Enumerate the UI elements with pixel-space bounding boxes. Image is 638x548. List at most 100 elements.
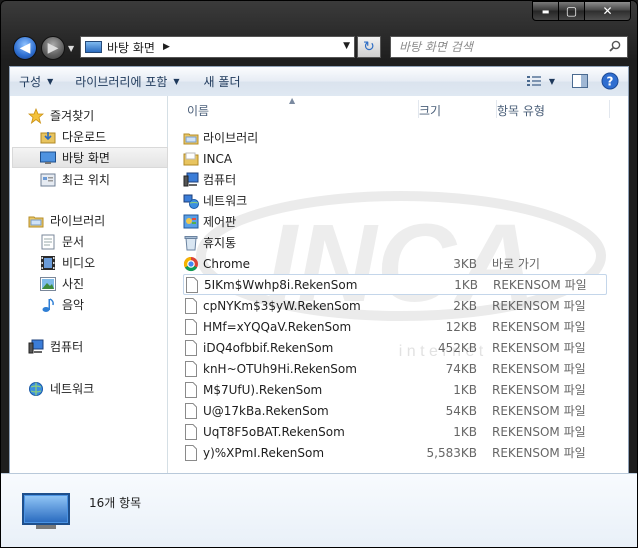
- help-button[interactable]: ?: [600, 71, 620, 91]
- library-folder-icon: [28, 213, 44, 229]
- network-icon: [28, 381, 44, 397]
- include-in-library-label: 라이브러리에 포함: [75, 75, 168, 89]
- explorer-window: ▬ ▢ ✕ ◀ ▶ ▼ 바탕 화면 ▶ ▼ ↻ 구성 ▼ 라이브러리에 포함 ▼: [0, 0, 638, 548]
- file-size: 1KB: [453, 424, 477, 439]
- address-bar[interactable]: 바탕 화면 ▶ ▼: [80, 36, 355, 58]
- file-name: U@17kBa.RekenSom: [203, 403, 329, 418]
- preview-pane-button[interactable]: [570, 71, 590, 91]
- search-box[interactable]: [390, 36, 628, 58]
- file-row[interactable]: y)%XPmI.RekenSom 5,583KB REKENSOM 파일: [183, 442, 607, 463]
- forward-button[interactable]: ▶: [41, 36, 65, 60]
- search-icon[interactable]: [609, 40, 621, 52]
- minimize-button[interactable]: ▬: [532, 1, 559, 21]
- nav-documents[interactable]: 문서: [40, 231, 84, 252]
- close-button[interactable]: ✕: [585, 1, 631, 21]
- file-size: 2KB: [453, 298, 477, 313]
- refresh-icon: ↻: [363, 39, 375, 55]
- chevron-down-icon: ▼: [173, 77, 180, 86]
- address-dropdown-icon[interactable]: ▼: [343, 41, 350, 51]
- nav-recent-places[interactable]: 최근 위치: [40, 169, 110, 190]
- recent-pages-dropdown[interactable]: ▼: [68, 44, 74, 53]
- music-icon: [40, 297, 56, 313]
- file-row[interactable]: iDQ4ofbbif.RekenSom 452KB REKENSOM 파일: [183, 337, 607, 358]
- nav-favorites[interactable]: 즐겨찾기: [28, 105, 94, 126]
- help-icon: ?: [601, 72, 619, 90]
- file-icon: [184, 276, 200, 293]
- file-icon: [183, 297, 199, 314]
- nav-computer-label: 컴퓨터: [50, 340, 84, 354]
- nav-favorites-label: 즐겨찾기: [50, 109, 95, 123]
- file-type: REKENSOM 파일: [492, 320, 586, 334]
- svg-text:?: ?: [607, 75, 614, 89]
- file-icon: [183, 423, 199, 440]
- include-in-library-menu[interactable]: 라이브러리에 포함 ▼: [66, 73, 188, 90]
- column-header-type[interactable]: 항목 유형: [497, 102, 545, 119]
- file-type: REKENSOM 파일: [492, 404, 586, 418]
- file-name: knH~OTUh9Hi.RekenSom: [203, 361, 357, 376]
- nav-network[interactable]: 네트워크: [28, 378, 94, 399]
- back-button[interactable]: ◀: [13, 36, 37, 60]
- file-row-selected[interactable]: 5IKm$Wwhp8i.RekenSom 1KB REKENSOM 파일: [183, 274, 607, 295]
- file-name: UqT8F5oBAT.RekenSom: [203, 424, 345, 439]
- column-header-size[interactable]: 크기: [419, 102, 441, 119]
- file-type: REKENSOM 파일: [492, 362, 586, 376]
- new-folder-button[interactable]: 새 폴더: [195, 73, 250, 90]
- file-row-recycle-bin[interactable]: 휴지통: [183, 232, 607, 253]
- file-row-inca[interactable]: INCA: [183, 148, 607, 169]
- recent-places-icon: [40, 172, 56, 188]
- change-view-button[interactable]: ▼: [522, 71, 560, 91]
- nav-desktop[interactable]: 바탕 화면: [12, 147, 168, 168]
- file-name: iDQ4ofbbif.RekenSom: [203, 340, 334, 355]
- desktop-icon: [40, 150, 56, 166]
- command-bar: 구성 ▼ 라이브러리에 포함 ▼ 새 폴더 ▼ ?: [9, 66, 629, 96]
- sort-ascending-icon: ▲: [289, 96, 296, 105]
- file-icon: [183, 318, 199, 335]
- file-type: REKENSOM 파일: [492, 341, 586, 355]
- desktop-location-icon: [85, 41, 102, 53]
- file-row[interactable]: knH~OTUh9Hi.RekenSom 74KB REKENSOM 파일: [183, 358, 607, 379]
- file-type: 바로 가기: [492, 257, 540, 271]
- column-header-name[interactable]: 이름: [187, 102, 209, 119]
- nav-music[interactable]: 음악: [40, 294, 84, 315]
- file-row[interactable]: U@17kBa.RekenSom 54KB REKENSOM 파일: [183, 400, 607, 421]
- organize-menu[interactable]: 구성 ▼: [10, 73, 62, 90]
- arrow-left-icon: ◀: [19, 40, 31, 56]
- chrome-icon: [183, 256, 199, 272]
- view-controls: ▼ ?: [522, 71, 620, 91]
- file-row[interactable]: M$7UfU).RekenSom 1KB REKENSOM 파일: [183, 379, 607, 400]
- organize-label: 구성: [19, 75, 42, 89]
- file-name: 제어판: [203, 215, 237, 229]
- breadcrumb-chevron-icon[interactable]: ▶: [163, 42, 170, 52]
- file-row-libraries[interactable]: 라이브러리: [183, 127, 607, 148]
- nav-desktop-label: 바탕 화면: [62, 151, 110, 165]
- arrow-right-icon: ▶: [47, 40, 59, 56]
- file-row-network[interactable]: 네트워크: [183, 190, 607, 211]
- file-icon: [183, 444, 199, 461]
- nav-computer[interactable]: 컴퓨터: [28, 336, 83, 357]
- star-icon: [28, 107, 44, 124]
- file-row-chrome[interactable]: Chrome 3KB 바로 가기: [183, 253, 607, 274]
- nav-music-label: 음악: [62, 298, 85, 312]
- file-row[interactable]: HMf=xYQQaV.RekenSom 12KB REKENSOM 파일: [183, 316, 607, 337]
- file-type: REKENSOM 파일: [492, 446, 586, 460]
- breadcrumb-desktop[interactable]: 바탕 화면: [107, 39, 155, 56]
- file-size: 74KB: [445, 361, 477, 376]
- maximize-button[interactable]: ▢: [559, 1, 585, 21]
- download-folder-icon: [40, 129, 56, 145]
- file-row[interactable]: cpNYKm$3$yW.RekenSom 2KB REKENSOM 파일: [183, 295, 607, 316]
- refresh-button[interactable]: ↻: [357, 36, 381, 58]
- nav-pictures[interactable]: 사진: [40, 273, 84, 294]
- search-input[interactable]: [399, 40, 599, 54]
- nav-videos[interactable]: 비디오: [40, 252, 95, 273]
- file-name: M$7UfU).RekenSom: [203, 382, 323, 397]
- file-icon: [183, 360, 199, 377]
- nav-libraries[interactable]: 라이브러리: [28, 210, 105, 231]
- file-row-computer[interactable]: 컴퓨터: [183, 169, 607, 190]
- nav-downloads[interactable]: 다운로드: [40, 126, 106, 147]
- column-separator[interactable]: [609, 100, 610, 118]
- nav-recent-places-label: 최근 위치: [62, 173, 110, 187]
- folder-icon: [183, 151, 199, 167]
- file-row-control-panel[interactable]: 제어판: [183, 211, 607, 232]
- file-type: REKENSOM 파일: [492, 383, 586, 397]
- file-row[interactable]: UqT8F5oBAT.RekenSom 1KB REKENSOM 파일: [183, 421, 607, 442]
